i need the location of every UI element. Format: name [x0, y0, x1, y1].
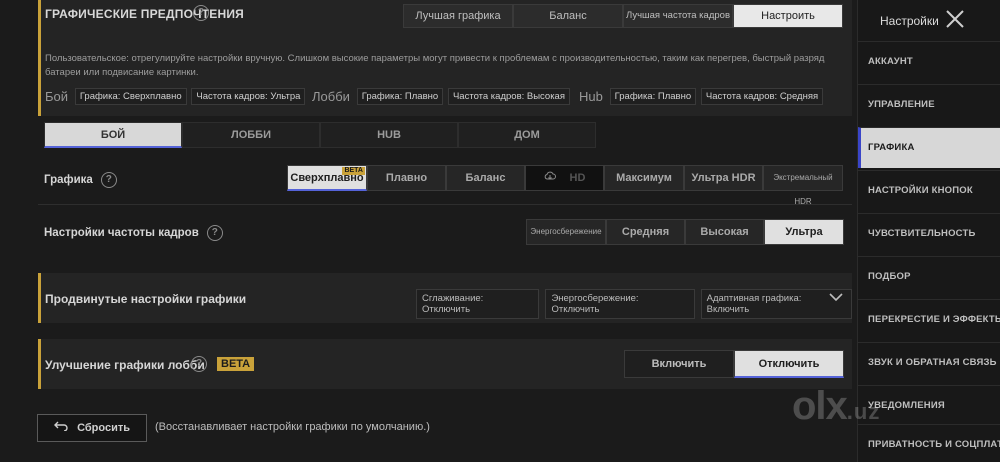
summary-lobby: Лобби Графика: Плавно Частота кадров: Вы…	[312, 88, 572, 105]
watermark-main: olx	[792, 384, 848, 428]
mode-tabs: БОЙ ЛОББИ HUB ДОМ	[44, 122, 596, 148]
graphics-option-balance[interactable]: Баланс	[446, 165, 525, 191]
sidebar-title: Настройки	[880, 14, 939, 28]
pref-option-custom[interactable]: Настроить	[733, 4, 843, 28]
summary-fps-tag: Частота кадров: Ультра	[191, 88, 306, 105]
advanced-tags: Сглаживание: Отключить Энергосбережение:…	[416, 289, 852, 319]
graphics-option-extreme-hdr[interactable]: Экстремальный HDR	[763, 165, 843, 206]
sidebar-item-sensitivity[interactable]: Чувствительность	[858, 213, 1000, 254]
summary-hub: Hub Графика: Плавно Частота кадров: Сред…	[579, 88, 825, 105]
lobby-graphics-panel: Улучшение графики лобби ? BETA Включить …	[38, 339, 852, 389]
summary-label: Бой	[45, 89, 69, 104]
fps-label: Настройки частоты кадров	[44, 227, 199, 240]
prefs-segmented-control: Лучшая графика Баланс Лучшая частота кад…	[403, 4, 843, 28]
sidebar-item-audio[interactable]: Звук и обратная связь	[858, 342, 1000, 383]
help-icon[interactable]: ?	[193, 5, 209, 21]
fps-option-medium[interactable]: Средняя	[606, 219, 685, 245]
watermark-tld: .uz	[846, 399, 881, 424]
summary-fps-tag: Частота кадров: Средняя	[700, 88, 824, 105]
fps-option-power-save[interactable]: Энергосбережение	[526, 219, 606, 245]
tab-battle[interactable]: БОЙ	[44, 122, 182, 148]
panel-accent	[38, 0, 41, 116]
fps-option-ultra[interactable]: Ультра	[764, 219, 844, 245]
sidebar-item-crosshair[interactable]: Перекрестие и эффекты	[858, 299, 1000, 340]
tab-hub[interactable]: HUB	[320, 122, 458, 148]
advanced-graphics-panel[interactable]: Продвинутые настройки графики Сглаживани…	[38, 273, 852, 323]
tag-power-save: Энергосбережение: Отключить	[545, 289, 695, 319]
option-label: HD	[569, 172, 586, 184]
graphics-preferences-panel: ГРАФИЧЕСКИЕ ПРЕДПОЧТЕНИЯ ? Лучшая график…	[38, 0, 852, 116]
cloud-download-icon	[544, 167, 556, 191]
undo-arrow-icon	[54, 421, 71, 434]
graphics-option-smooth[interactable]: Плавно	[367, 165, 446, 191]
summary-graphics-tag: Графика: Плавно	[609, 88, 697, 105]
panel-accent	[38, 273, 41, 323]
chevron-down-icon[interactable]	[828, 289, 844, 305]
advanced-title: Продвинутые настройки графики	[45, 292, 247, 306]
beta-badge: BETA	[217, 357, 255, 371]
sidebar-item-matchmaking[interactable]: Подбор	[858, 256, 1000, 297]
graphics-option-ultra-hdr[interactable]: Ультра HDR	[684, 165, 763, 191]
reset-button[interactable]: Сбросить	[37, 414, 147, 442]
pref-option-balance[interactable]: Баланс	[513, 4, 623, 28]
graphics-quality-selector: Сверхплавно BETA Плавно Баланс HD Максим…	[287, 165, 843, 206]
olx-watermark: olx.uz	[792, 384, 880, 429]
summary-label: Hub	[579, 89, 603, 104]
tag-antialiasing: Сглаживание: Отключить	[416, 289, 540, 319]
settings-main: ГРАФИЧЕСКИЕ ПРЕДПОЧТЕНИЯ ? Лучшая график…	[0, 0, 857, 462]
fps-selector: Энергосбережение Средняя Высокая Ультра	[526, 219, 844, 245]
prefs-description: Пользовательское: отрегулируйте настройк…	[45, 53, 825, 78]
prefs-title: ГРАФИЧЕСКИЕ ПРЕДПОЧТЕНИЯ	[45, 7, 244, 21]
sidebar-item-graphics[interactable]: Графика	[858, 127, 1000, 168]
summary-graphics-tag: Графика: Плавно	[356, 88, 444, 105]
reset-note: (Восстанавливает настройки графики по ум…	[155, 421, 430, 433]
pref-option-best-graphics[interactable]: Лучшая графика	[403, 4, 513, 28]
graphics-label: Графика	[44, 174, 93, 187]
graphics-row-label: Графика?	[44, 172, 117, 188]
close-icon[interactable]	[945, 9, 965, 29]
sidebar-item-controls[interactable]: Управление	[858, 84, 1000, 125]
fps-option-high[interactable]: Высокая	[685, 219, 764, 245]
graphics-option-super-smooth[interactable]: Сверхплавно BETA	[287, 165, 367, 191]
summary-fps-tag: Частота кадров: Высокая	[447, 88, 570, 105]
sidebar-item-button-settings[interactable]: Настройки кнопок	[858, 170, 1000, 211]
graphics-option-hd[interactable]: HD	[525, 165, 604, 191]
enable-button[interactable]: Включить	[624, 350, 734, 378]
sidebar-item-account[interactable]: Аккаунт	[858, 41, 1000, 82]
tab-home[interactable]: ДОМ	[458, 122, 596, 148]
beta-badge: BETA	[342, 167, 365, 175]
help-icon[interactable]: ?	[100, 172, 117, 188]
sidebar-item-privacy[interactable]: Приватность и соцплатформы	[858, 424, 1000, 462]
panel-accent	[38, 339, 41, 389]
summary-label: Лобби	[312, 89, 350, 104]
reset-label: Сбросить	[77, 422, 130, 434]
fps-row-label: Настройки частоты кадров?	[44, 225, 223, 241]
pref-option-best-fps[interactable]: Лучшая частота кадров	[623, 4, 733, 28]
summary-battle: Бой Графика: Сверхплавно Частота кадров:…	[45, 88, 307, 105]
graphics-option-max[interactable]: Максимум	[604, 165, 684, 191]
help-icon[interactable]: ?	[206, 225, 223, 241]
sidebar-header: Настройки	[858, 0, 1000, 40]
lobby-enhance-toggle: Включить Отключить	[624, 350, 844, 378]
summary-graphics-tag: Графика: Сверхплавно	[74, 88, 187, 105]
lobby-enhance-title: Улучшение графики лобби	[45, 358, 205, 372]
tab-lobby[interactable]: ЛОББИ	[182, 122, 320, 148]
divider	[38, 204, 852, 205]
help-icon[interactable]: ?	[191, 356, 207, 372]
disable-button[interactable]: Отключить	[734, 350, 844, 378]
